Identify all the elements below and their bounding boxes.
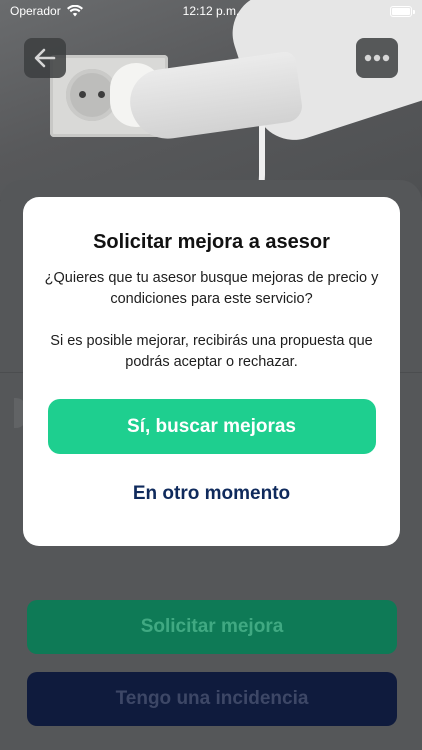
dialog-explanation: Si es posible mejorar, recibirás una pro… (50, 333, 373, 370)
dialog-question: ¿Quieres que tu asesor busque mejoras de… (44, 270, 379, 307)
confirm-search-button[interactable]: Sí, buscar mejoras (47, 399, 376, 454)
dialog-title: Solicitar mejora a asesor (93, 231, 330, 253)
improvement-dialog: Solicitar mejora a asesor ¿Quieres que t… (23, 197, 400, 546)
later-button[interactable]: En otro momento (112, 476, 312, 512)
